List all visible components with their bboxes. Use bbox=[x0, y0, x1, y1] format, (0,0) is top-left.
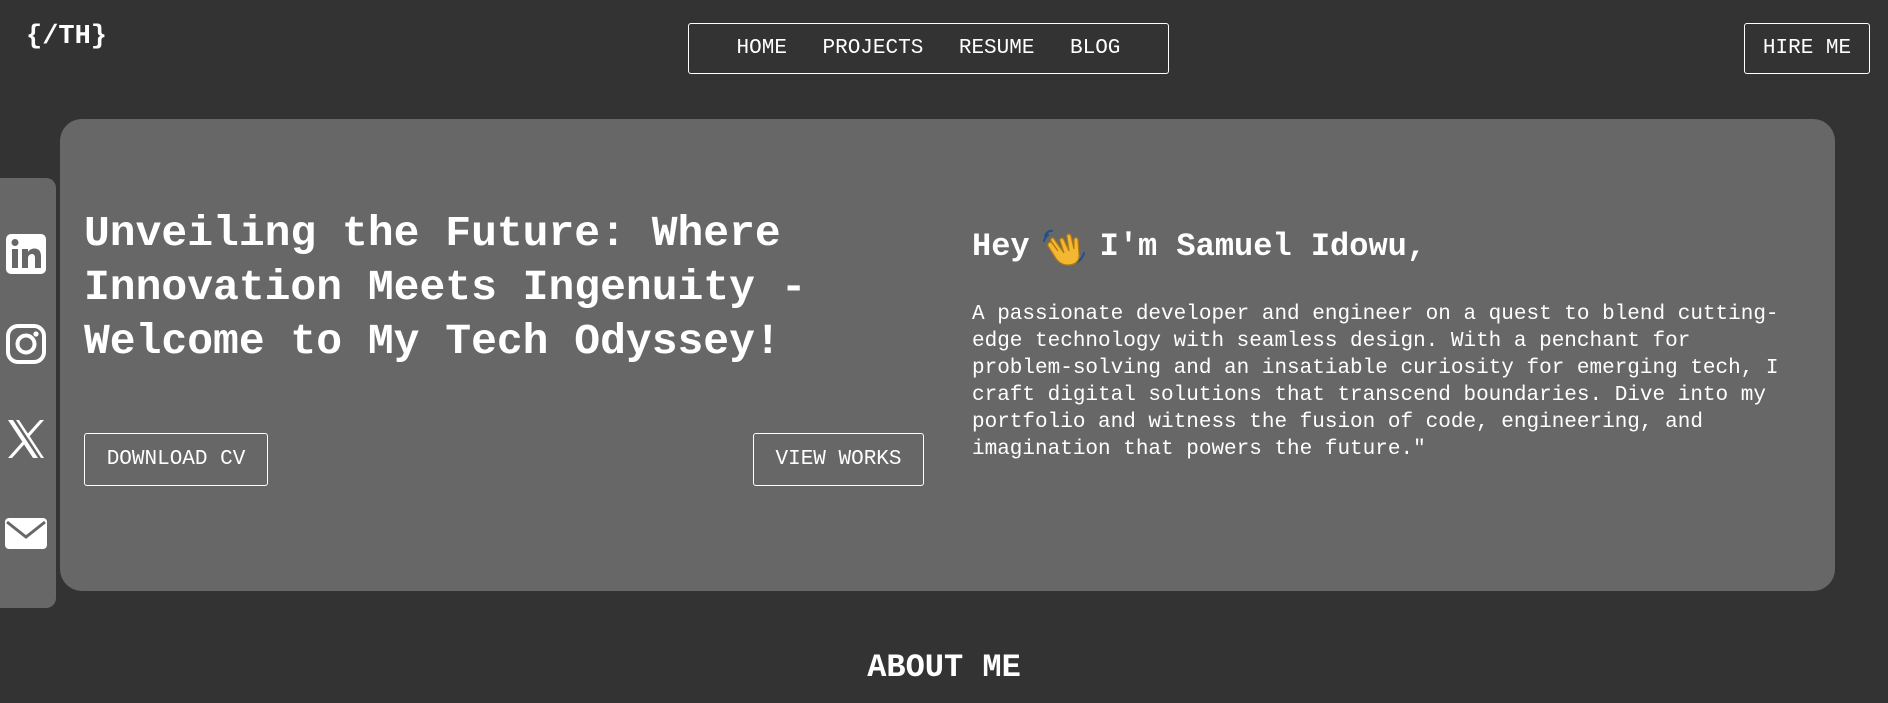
greeting-heading: Hey I'm Samuel Idowu, bbox=[972, 227, 1426, 267]
hire-me-button[interactable]: HIRE ME bbox=[1744, 23, 1870, 74]
hero-headline: Unveiling the Future: Where Innovation M… bbox=[84, 209, 807, 366]
social-sidebar bbox=[0, 178, 56, 608]
about-me-heading: ABOUT ME bbox=[867, 649, 1021, 686]
mail-icon[interactable] bbox=[4, 511, 48, 555]
waving-hand-icon bbox=[1042, 229, 1085, 266]
nav-resume-link[interactable]: RESUME bbox=[959, 37, 1035, 60]
x-twitter-icon[interactable] bbox=[4, 417, 48, 461]
bio-paragraph: A passionate developer and engineer on a… bbox=[972, 303, 1779, 461]
nav-projects-link[interactable]: PROJECTS bbox=[822, 37, 923, 60]
site-logo[interactable]: {/TH} bbox=[26, 22, 107, 52]
download-cv-button[interactable]: DOWNLOAD CV bbox=[84, 433, 268, 486]
hero-panel: Unveiling the Future: Where Innovation M… bbox=[60, 119, 1835, 591]
greeting-prefix: Hey bbox=[972, 228, 1030, 265]
linkedin-icon[interactable] bbox=[4, 232, 48, 276]
nav-blog-link[interactable]: BLOG bbox=[1070, 37, 1120, 60]
greeting-name: I'm Samuel Idowu, bbox=[1099, 228, 1427, 265]
nav-home-link[interactable]: HOME bbox=[737, 37, 787, 60]
instagram-icon[interactable] bbox=[4, 322, 48, 366]
view-works-button[interactable]: VIEW WORKS bbox=[753, 433, 924, 486]
main-nav: HOME PROJECTS RESUME BLOG bbox=[688, 23, 1169, 74]
